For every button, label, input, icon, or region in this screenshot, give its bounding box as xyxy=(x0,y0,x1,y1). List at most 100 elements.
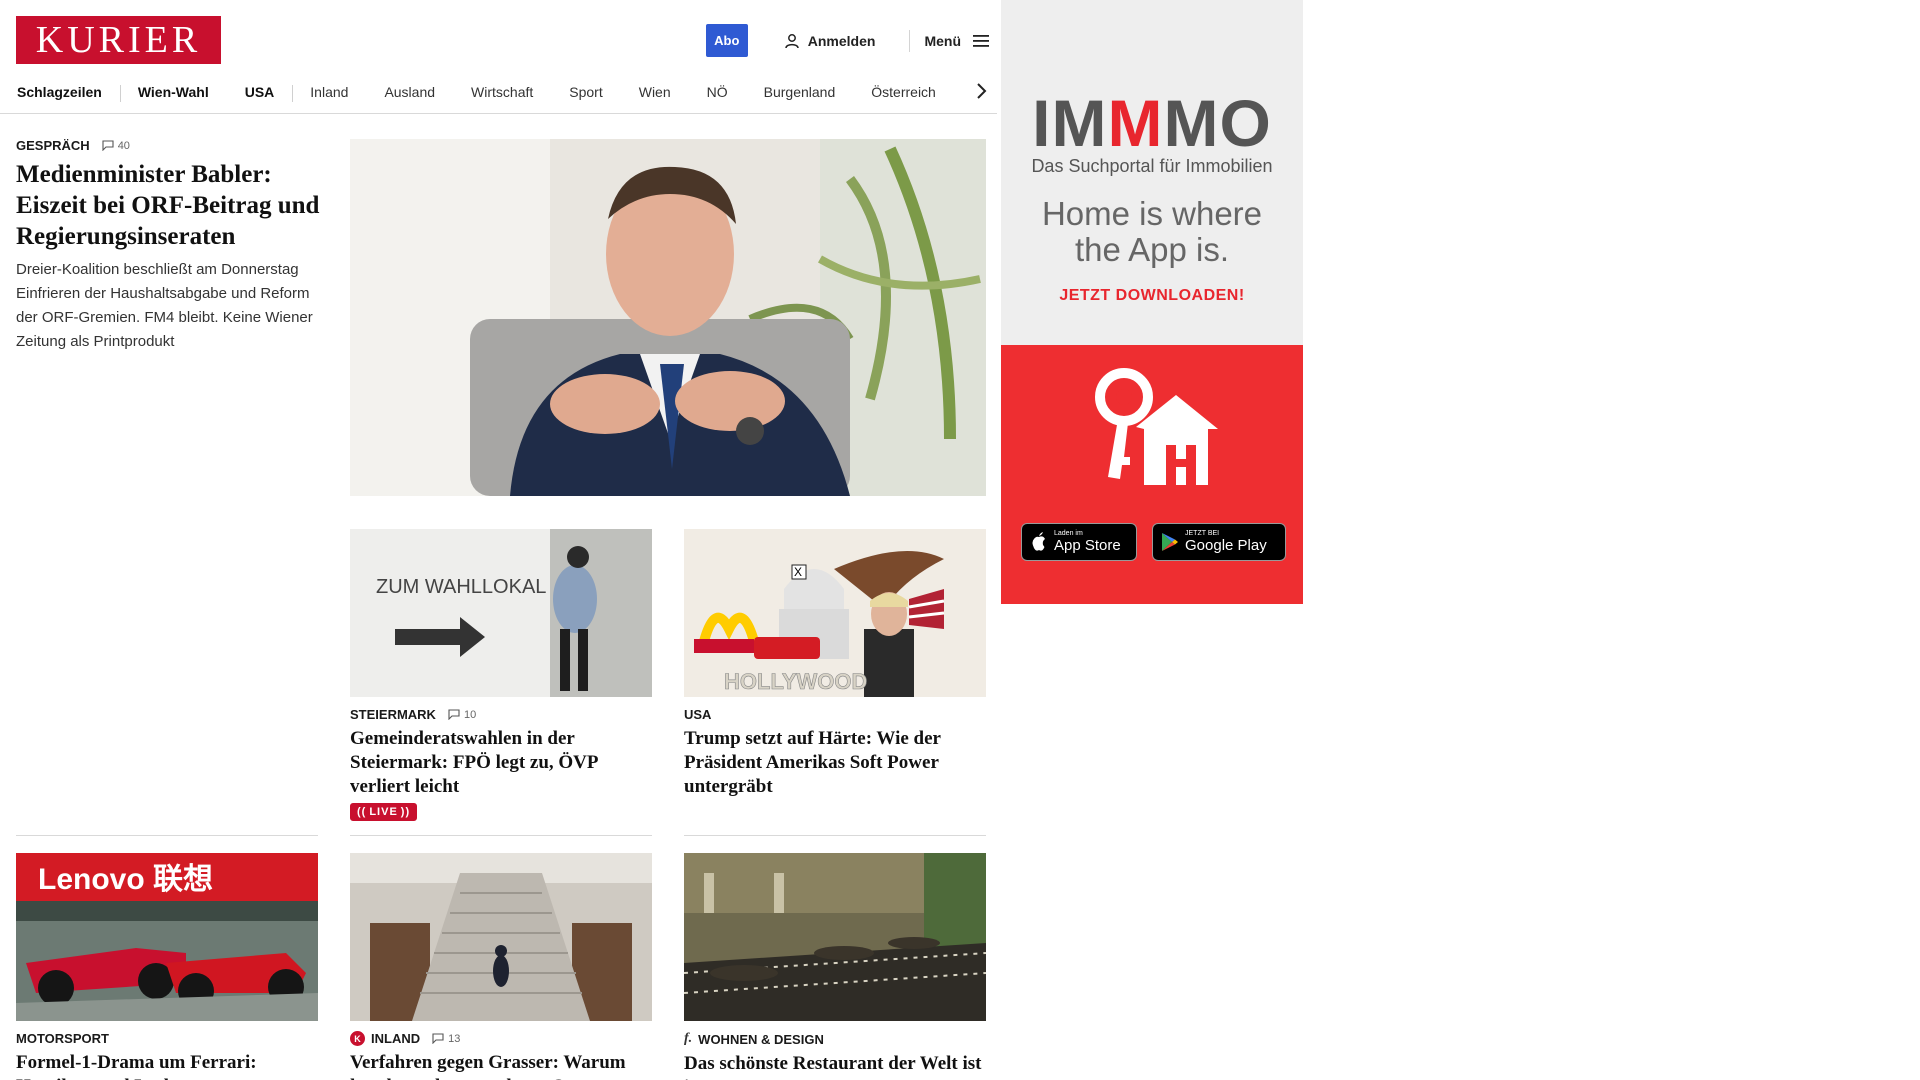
comment-icon xyxy=(102,140,114,151)
immmo-logo-part-right: MO xyxy=(1163,86,1272,160)
nav-item-usa[interactable]: USA xyxy=(227,84,293,100)
card-kicker-label: USA xyxy=(684,707,712,722)
comment-icon xyxy=(432,1033,444,1044)
row-divider xyxy=(16,835,318,836)
card-kicker-label: MOTORSPORT xyxy=(16,1031,109,1046)
wahllokal-sign-text: ZUM WAHLLOKAL xyxy=(376,576,546,598)
apple-icon xyxy=(1032,532,1045,551)
row-divider xyxy=(350,835,652,836)
nav-item-sport[interactable]: Sport xyxy=(551,84,620,100)
app-store-button[interactable]: Laden im App Store xyxy=(1021,523,1137,561)
header-actions: Abo Anmelden Menü xyxy=(705,24,989,57)
lead-kicker: GESPRÄCH 40 xyxy=(16,138,320,153)
card-comment-count[interactable]: 10 xyxy=(448,709,476,721)
user-icon xyxy=(785,33,799,48)
card-comment-value: 13 xyxy=(448,1032,461,1045)
card-headline[interactable]: Gemeinderatswahlen in der Steiermark: FP… xyxy=(350,727,652,799)
immmo-claim: Home is where the App is. xyxy=(1001,196,1303,268)
lead-photo xyxy=(350,139,986,496)
article-card-wohnen[interactable]: f. WOHNEN & DESIGN Das schönste Restaura… xyxy=(684,853,986,1080)
kurier-plus-icon: K xyxy=(350,1031,365,1046)
card-headline[interactable]: Trump setzt auf Härte: Wie der Präsident… xyxy=(684,727,986,799)
article-image-usa[interactable]: X HOLLYWOOD xyxy=(684,529,986,697)
live-badge: (( LIVE )) xyxy=(350,803,418,821)
comment-icon xyxy=(448,709,460,720)
soft-power-collage: X HOLLYWOOD xyxy=(684,529,986,697)
article-card-steiermark[interactable]: ZUM WAHLLOKAL STEIERMARK 10 Gemeinderats… xyxy=(350,529,652,821)
article-image-wohnen[interactable] xyxy=(684,853,986,1021)
wahllokal-photo: ZUM WAHLLOKAL xyxy=(350,529,652,697)
immmo-claim-line1: Home is where xyxy=(1041,195,1263,232)
menu-button[interactable]: Menü xyxy=(924,33,989,49)
login-label: Anmelden xyxy=(807,32,876,49)
menu-label: Menü xyxy=(924,32,961,49)
lenovo-banner-text: Lenovo 联想 xyxy=(38,863,213,896)
nav-item-wirtschaft[interactable]: Wirtschaft xyxy=(453,84,551,100)
kurier-site: KURIER Abo Anmelden Menü Schlagzeilen Wi… xyxy=(0,0,997,1080)
lead-image[interactable] xyxy=(350,139,986,496)
immmo-claim-line2: the App is. xyxy=(1074,231,1230,268)
abo-button[interactable]: Abo xyxy=(705,24,748,57)
nav-item-oesterreich[interactable]: Österreich xyxy=(853,84,954,100)
ad-bottom-panel: Laden im App Store JETZT BEI Google Play xyxy=(1001,345,1303,604)
kurier-logo[interactable]: KURIER xyxy=(16,16,221,64)
x-logo-icon: X xyxy=(794,565,802,579)
nav-item-wien-wahl[interactable]: Wien-Wahl xyxy=(119,84,227,102)
main-navigation: Schlagzeilen Wien-Wahl USA Inland Auslan… xyxy=(0,70,997,114)
header-divider xyxy=(909,29,911,52)
card-headline[interactable]: Verfahren gegen Grasser: Warum hat das s… xyxy=(350,1051,652,1080)
immmo-tagline: Das Suchportal für Immobilien xyxy=(1031,156,1273,176)
lead-article[interactable]: GESPRÄCH 40 Medienminister Babler: Eisze… xyxy=(16,138,320,354)
nav-item-noe[interactable]: NÖ xyxy=(689,84,746,100)
app-store-label: App Store xyxy=(1054,537,1121,554)
nav-item-schlagzeilen[interactable]: Schlagzeilen xyxy=(17,84,120,100)
article-card-motorsport[interactable]: Lenovo 联想 MOTORSPORT Formel-1-Drama um F… xyxy=(16,853,318,1080)
article-image-motorsport[interactable]: Lenovo 联想 xyxy=(16,853,318,1021)
nav-item-inland[interactable]: Inland xyxy=(292,84,366,102)
immmo-logo: IMMMO xyxy=(1001,90,1303,156)
nav-item-burgenland[interactable]: Burgenland xyxy=(746,84,854,100)
key-house-icon xyxy=(1095,368,1218,485)
lead-headline[interactable]: Medienminister Babler: Eiszeit bei ORF-B… xyxy=(16,159,320,252)
lead-comment-value: 40 xyxy=(117,139,130,152)
card-comment-count[interactable]: 13 xyxy=(432,1033,460,1045)
login-button[interactable]: Anmelden xyxy=(784,32,876,49)
card-kicker: f. WOHNEN & DESIGN xyxy=(684,1031,986,1047)
google-play-icon xyxy=(1162,533,1178,551)
live-signal-icon-right: )) xyxy=(400,806,411,818)
card-headline[interactable]: Formel-1-Drama um Ferrari: Hamilton und … xyxy=(16,1051,318,1080)
immmo-logo-part-left: IM xyxy=(1032,86,1108,160)
hamburger-icon xyxy=(973,34,989,47)
google-play-label: Google Play xyxy=(1185,537,1267,554)
hollywood-text: HOLLYWOOD xyxy=(724,669,867,694)
nav-item-ausland[interactable]: Ausland xyxy=(366,84,453,100)
nav-item-wien[interactable]: Wien xyxy=(621,84,689,100)
restaurant-photo xyxy=(684,853,986,1021)
card-kicker: USA xyxy=(684,707,986,722)
article-card-inland[interactable]: K INLAND 13 Verfahren gegen Grasser: War… xyxy=(350,853,652,1080)
live-label: LIVE xyxy=(369,806,398,818)
card-headline[interactable]: Das schönste Restaurant der Welt ist in … xyxy=(684,1052,986,1080)
chevron-right-icon[interactable] xyxy=(975,82,987,100)
immmo-logo-part-mid: M xyxy=(1107,86,1164,160)
card-kicker-label: STEIERMARK xyxy=(350,707,436,722)
card-comment-value: 10 xyxy=(463,708,477,721)
article-card-usa[interactable]: X HOLLYWOOD USA Trump setzt auf Härte: W… xyxy=(684,529,986,799)
ad-top-panel: IMMMO Das Suchportal für Immobilien Home… xyxy=(1001,0,1303,345)
row-divider xyxy=(684,835,986,836)
lead-kicker-label: GESPRÄCH xyxy=(16,138,90,153)
ad-download-cta[interactable]: JETZT DOWNLOADEN! xyxy=(1001,287,1303,305)
staircase-photo xyxy=(350,853,652,1021)
formula-one-photo: Lenovo 联想 xyxy=(16,853,318,1021)
card-kicker-label: INLAND xyxy=(371,1031,421,1046)
article-image-steiermark[interactable]: ZUM WAHLLOKAL xyxy=(350,529,652,697)
live-signal-icon-left: (( xyxy=(357,806,367,818)
immmo-advertisement[interactable]: IMMMO Das Suchportal für Immobilien Home… xyxy=(1001,0,1303,604)
freizeit-icon: f. xyxy=(684,1031,693,1046)
card-kicker: MOTORSPORT xyxy=(16,1031,318,1046)
article-image-inland[interactable] xyxy=(350,853,652,1021)
google-play-button[interactable]: JETZT BEI Google Play xyxy=(1152,523,1286,561)
lead-comment-count[interactable]: 40 xyxy=(102,140,130,152)
lead-description: Dreier-Koalition beschließt am Donnersta… xyxy=(16,261,313,350)
card-kicker: STEIERMARK 10 xyxy=(350,707,652,722)
